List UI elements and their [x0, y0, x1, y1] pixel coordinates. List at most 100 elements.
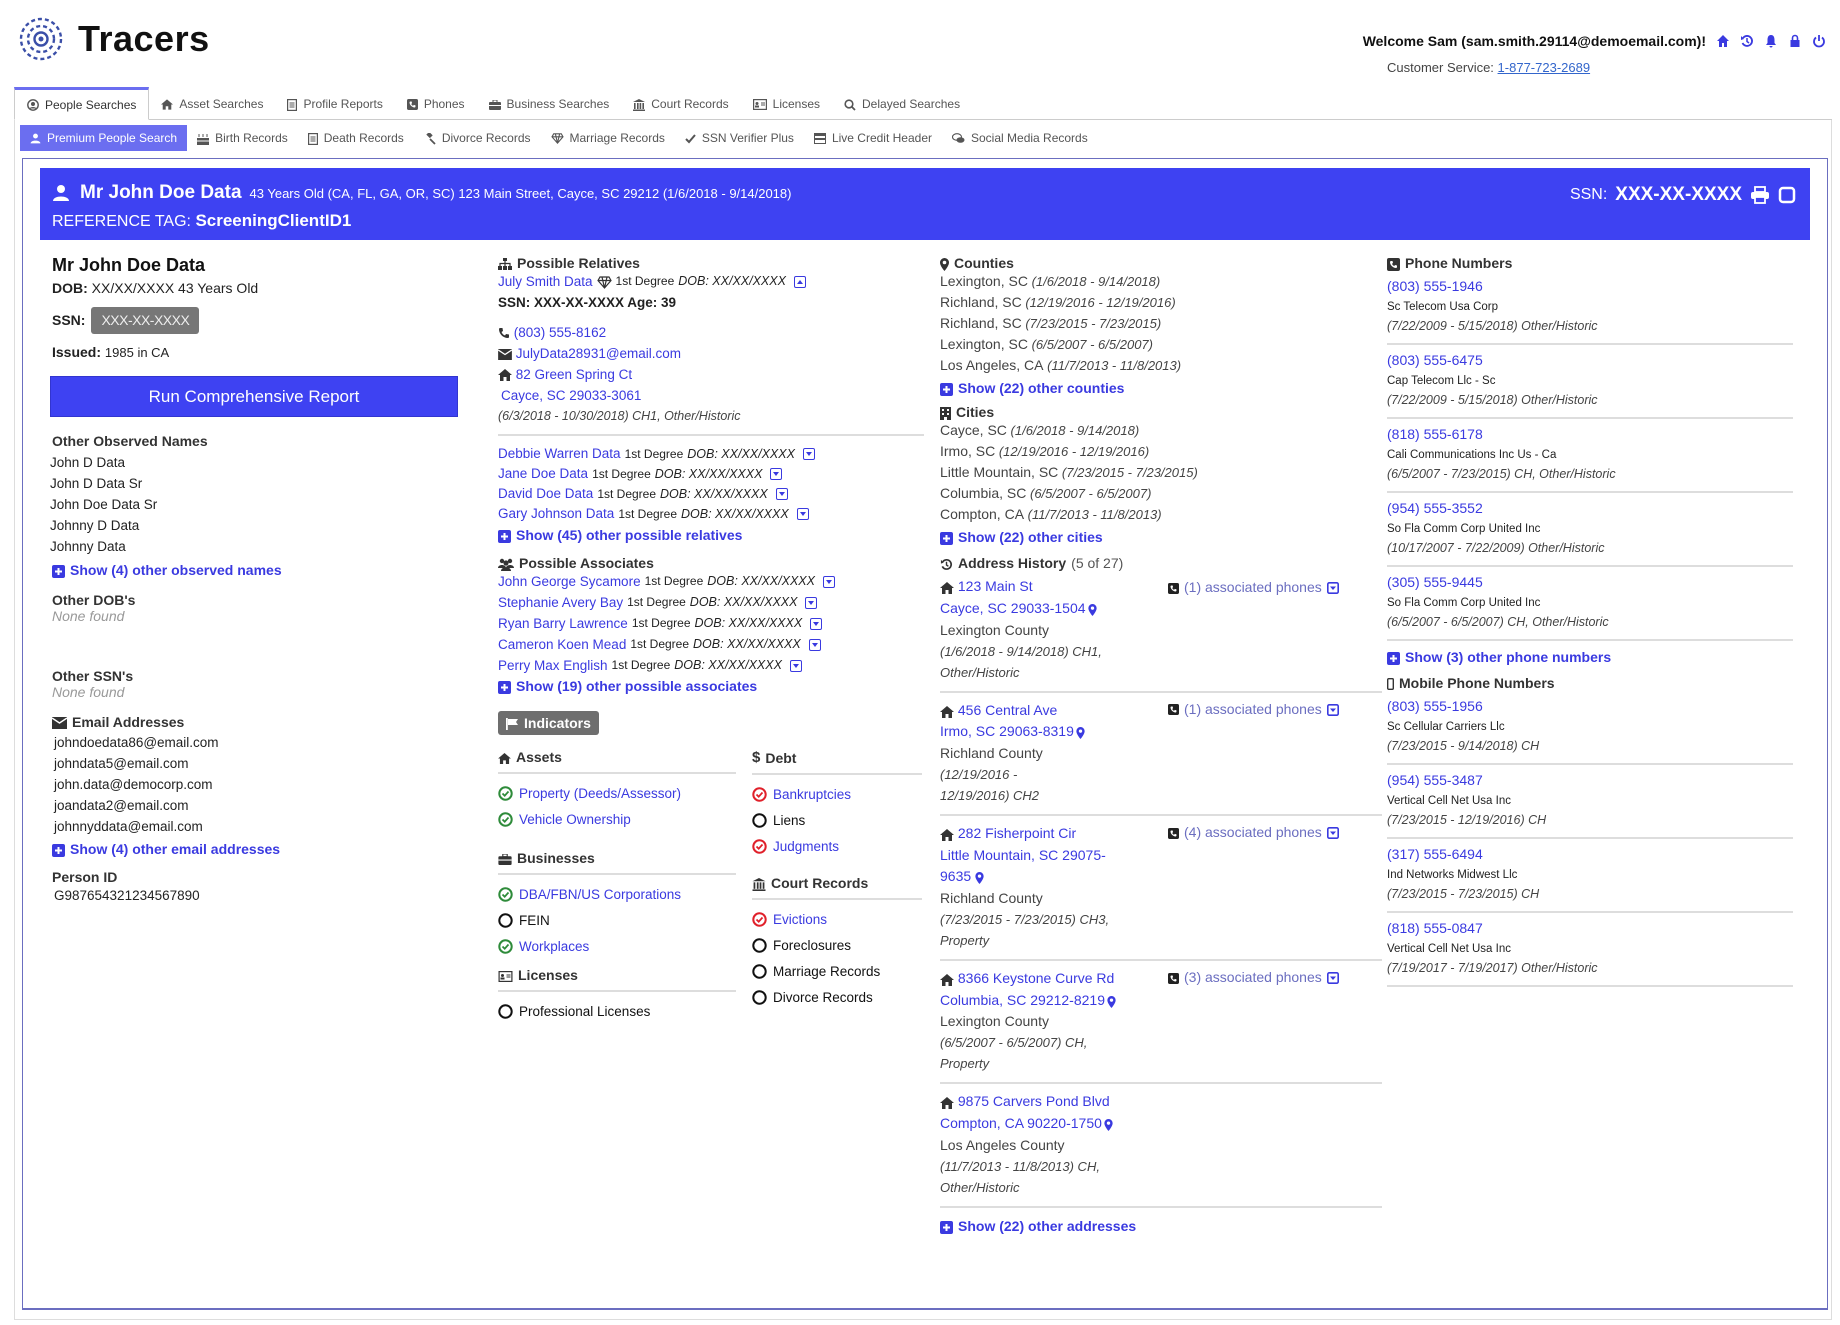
- address-street-link[interactable]: 282 Fisherpoint Cir: [954, 825, 1076, 841]
- phone-number-link[interactable]: (818) 555-6178: [1387, 423, 1793, 445]
- expand-toggle[interactable]: [805, 596, 818, 609]
- customer-service-phone-link[interactable]: 1-877-723-2689: [1498, 60, 1591, 75]
- person-name-link[interactable]: Stephanie Avery Bay: [498, 592, 623, 613]
- tab-business-searches[interactable]: Business Searches: [477, 89, 622, 119]
- tracers-logo[interactable]: Tracers: [18, 16, 210, 62]
- print-icon[interactable]: [1750, 185, 1770, 204]
- subtab-premium-people-search[interactable]: Premium People Search: [20, 125, 188, 151]
- address-street-link[interactable]: 123 Main St: [954, 578, 1033, 594]
- map-marker-icon[interactable]: [1087, 599, 1097, 620]
- expand-toggle[interactable]: [796, 508, 809, 520]
- phone-number-link[interactable]: (803) 555-6475: [1387, 349, 1793, 371]
- indicator-label[interactable]: Property (Deeds/Assessor): [519, 786, 681, 801]
- show-other-addresses-link[interactable]: Show (22) other addresses: [940, 1218, 1368, 1234]
- person-name-link[interactable]: Debbie Warren Data: [498, 444, 621, 464]
- bell-icon[interactable]: [1764, 34, 1778, 48]
- associated-phones-toggle[interactable]: (4) associated phones: [1168, 824, 1339, 840]
- relative-phone-link[interactable]: (803) 555-8162: [514, 325, 606, 340]
- indicator-label[interactable]: Judgments: [773, 839, 839, 854]
- home-icon[interactable]: [1716, 34, 1730, 48]
- map-marker-icon[interactable]: [975, 867, 984, 888]
- indicator-label[interactable]: DBA/FBN/US Corporations: [519, 887, 681, 902]
- indicator-item[interactable]: Workplaces: [498, 933, 736, 959]
- phone-number-link[interactable]: (954) 555-3487: [1387, 769, 1793, 791]
- address-street-link[interactable]: 8366 Keystone Curve Rd: [954, 970, 1114, 986]
- expand-toggle[interactable]: [822, 575, 835, 588]
- tab-asset-searches[interactable]: Asset Searches: [149, 89, 275, 119]
- person-name-link[interactable]: Ryan Barry Lawrence: [498, 613, 628, 634]
- show-other-counties-link[interactable]: Show (22) other counties: [940, 380, 1368, 396]
- indicator-item[interactable]: Judgments: [752, 833, 922, 859]
- indicator-label[interactable]: Bankruptcies: [773, 787, 851, 802]
- subtab-social-media-records[interactable]: Social Media Records: [942, 125, 1098, 151]
- tab-delayed-searches[interactable]: Delayed Searches: [832, 89, 972, 119]
- relative-city-link[interactable]: Cayce, SC 29033-3061: [501, 388, 641, 403]
- power-icon[interactable]: [1812, 34, 1826, 48]
- expand-toggle[interactable]: [775, 488, 788, 500]
- person-name-link[interactable]: Cameron Koen Mead: [498, 634, 626, 655]
- expand-toggle[interactable]: [808, 638, 821, 651]
- phone-number-link[interactable]: (818) 555-0847: [1387, 917, 1793, 939]
- subtab-marriage-records[interactable]: Marriage Records: [541, 125, 675, 151]
- run-comprehensive-report-button[interactable]: Run Comprehensive Report: [50, 376, 458, 417]
- show-other-cities-link[interactable]: Show (22) other cities: [940, 529, 1368, 545]
- tab-licenses[interactable]: Licenses: [741, 89, 832, 119]
- person-name-link[interactable]: Jane Doe Data: [498, 464, 588, 484]
- subtab-birth-records[interactable]: Birth Records: [187, 125, 298, 151]
- person-name-link[interactable]: Gary Johnson Data: [498, 504, 614, 524]
- indicators-button[interactable]: Indicators: [498, 711, 599, 735]
- indicator-label[interactable]: Workplaces: [519, 939, 589, 954]
- tab-people-searches[interactable]: People Searches: [14, 87, 150, 120]
- show-other-names-link[interactable]: Show (4) other observed names: [52, 562, 462, 578]
- expand-toggle[interactable]: [789, 659, 802, 672]
- expand-toggle[interactable]: [810, 617, 823, 630]
- expand-toggle[interactable]: [802, 448, 815, 460]
- subtab-divorce-records[interactable]: Divorce Records: [414, 125, 541, 151]
- address-street-link[interactable]: 9875 Carvers Pond Blvd: [954, 1093, 1110, 1109]
- relative-street-link[interactable]: 82 Green Spring Ct: [516, 367, 632, 382]
- indicator-item[interactable]: DBA/FBN/US Corporations: [498, 881, 736, 907]
- map-marker-icon[interactable]: [1076, 722, 1085, 743]
- address-city-link[interactable]: Cayce, SC 29033-1504: [940, 600, 1086, 616]
- phone-number-link[interactable]: (317) 555-6494: [1387, 843, 1793, 865]
- show-other-phones-link[interactable]: Show (3) other phone numbers: [1387, 649, 1797, 665]
- address-street-link[interactable]: 456 Central Ave: [954, 702, 1057, 718]
- collapse-toggle[interactable]: [793, 275, 806, 288]
- address-city-link[interactable]: Compton, CA 90220-1750: [940, 1115, 1102, 1131]
- relative-name-link[interactable]: July Smith Data: [498, 271, 593, 292]
- subtab-live-credit-header[interactable]: Live Credit Header: [804, 125, 942, 151]
- phone-number-link[interactable]: (305) 555-9445: [1387, 571, 1793, 593]
- phone-number-link[interactable]: (803) 555-1946: [1387, 275, 1793, 297]
- person-name-link[interactable]: John George Sycamore: [498, 571, 641, 592]
- show-other-emails-link[interactable]: Show (4) other email addresses: [52, 841, 462, 857]
- show-other-relatives-link[interactable]: Show (45) other possible relatives: [498, 527, 924, 543]
- associated-phones-toggle[interactable]: (1) associated phones: [1168, 701, 1339, 717]
- address-city-link[interactable]: Little Mountain, SC 29075-: [940, 847, 1106, 863]
- associated-phones-toggle[interactable]: (3) associated phones: [1168, 969, 1339, 985]
- tab-phones[interactable]: Phones: [395, 89, 477, 119]
- map-marker-icon[interactable]: [1107, 990, 1116, 1011]
- subtab-ssn-verifier-plus[interactable]: SSN Verifier Plus: [675, 125, 804, 151]
- show-other-associates-link[interactable]: Show (19) other possible associates: [498, 678, 924, 694]
- address-city-link[interactable]: Columbia, SC 29212-8219: [940, 992, 1105, 1008]
- indicator-item[interactable]: Bankruptcies: [752, 781, 922, 807]
- tab-profile-reports[interactable]: Profile Reports: [275, 89, 394, 119]
- indicator-item[interactable]: Evictions: [752, 906, 922, 932]
- person-name-link[interactable]: Perry Max English: [498, 655, 608, 676]
- map-marker-icon[interactable]: [1104, 1114, 1113, 1135]
- lock-icon[interactable]: [1788, 34, 1802, 48]
- phone-number-link[interactable]: (954) 555-3552: [1387, 497, 1793, 519]
- indicator-label[interactable]: Vehicle Ownership: [519, 812, 631, 827]
- associated-phones-toggle[interactable]: (1) associated phones: [1168, 579, 1339, 595]
- expand-toggle[interactable]: [770, 468, 783, 480]
- address-city-link[interactable]: Irmo, SC 29063-8319: [940, 723, 1074, 739]
- indicator-label[interactable]: Evictions: [773, 912, 827, 927]
- tab-court-records[interactable]: Court Records: [621, 89, 740, 119]
- relative-email-link[interactable]: JulyData28931@email.com: [516, 346, 681, 361]
- ssn-value-pill[interactable]: XXX-XX-XXXX: [91, 307, 200, 334]
- history-icon[interactable]: [1740, 34, 1754, 48]
- address-zip-link[interactable]: 9635: [940, 868, 975, 884]
- indicator-item[interactable]: Vehicle Ownership: [498, 806, 736, 832]
- subtab-death-records[interactable]: Death Records: [298, 125, 414, 151]
- phone-number-link[interactable]: (803) 555-1956: [1387, 695, 1793, 717]
